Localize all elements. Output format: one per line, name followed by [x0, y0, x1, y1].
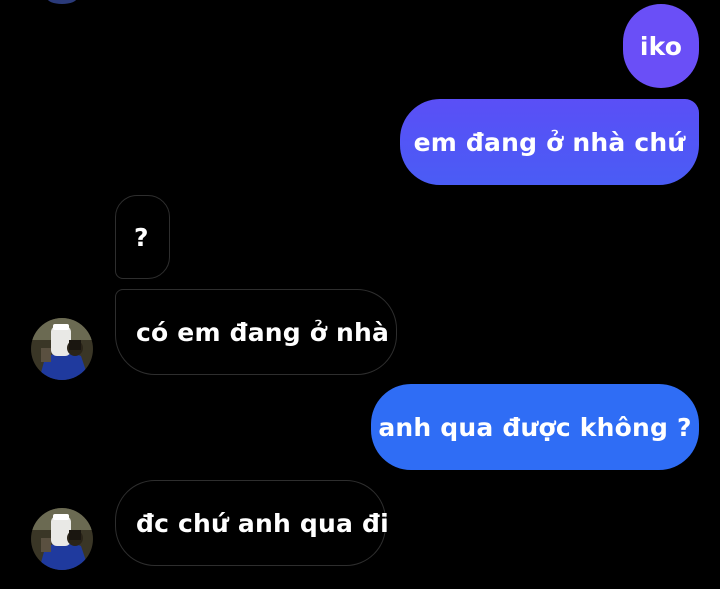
incoming-message-bubble[interactable]: đc chứ anh qua đi — [115, 480, 389, 566]
outgoing-message-bubble[interactable]: anh qua được không ? — [371, 384, 699, 470]
avatar-image — [31, 318, 93, 380]
avatar-image — [31, 508, 93, 570]
message-text: anh qua được không ? — [378, 412, 692, 442]
message-text: có em đang ở nhà — [136, 317, 390, 347]
incoming-message-bubble[interactable]: ? — [115, 195, 170, 279]
message-text: em đang ở nhà chứ — [413, 127, 686, 157]
outgoing-message-bubble[interactable]: iko — [623, 4, 699, 88]
message-text: iko — [639, 31, 683, 61]
message-text: ? — [134, 222, 149, 252]
contact-avatar[interactable] — [31, 508, 93, 570]
message-text: đc chứ anh qua đi — [136, 508, 389, 538]
contact-avatar[interactable] — [31, 318, 93, 380]
outgoing-message-bubble[interactable]: em đang ở nhà chứ — [400, 99, 699, 185]
avatar-partial — [47, 0, 77, 4]
incoming-message-bubble[interactable]: có em đang ở nhà — [115, 289, 397, 375]
